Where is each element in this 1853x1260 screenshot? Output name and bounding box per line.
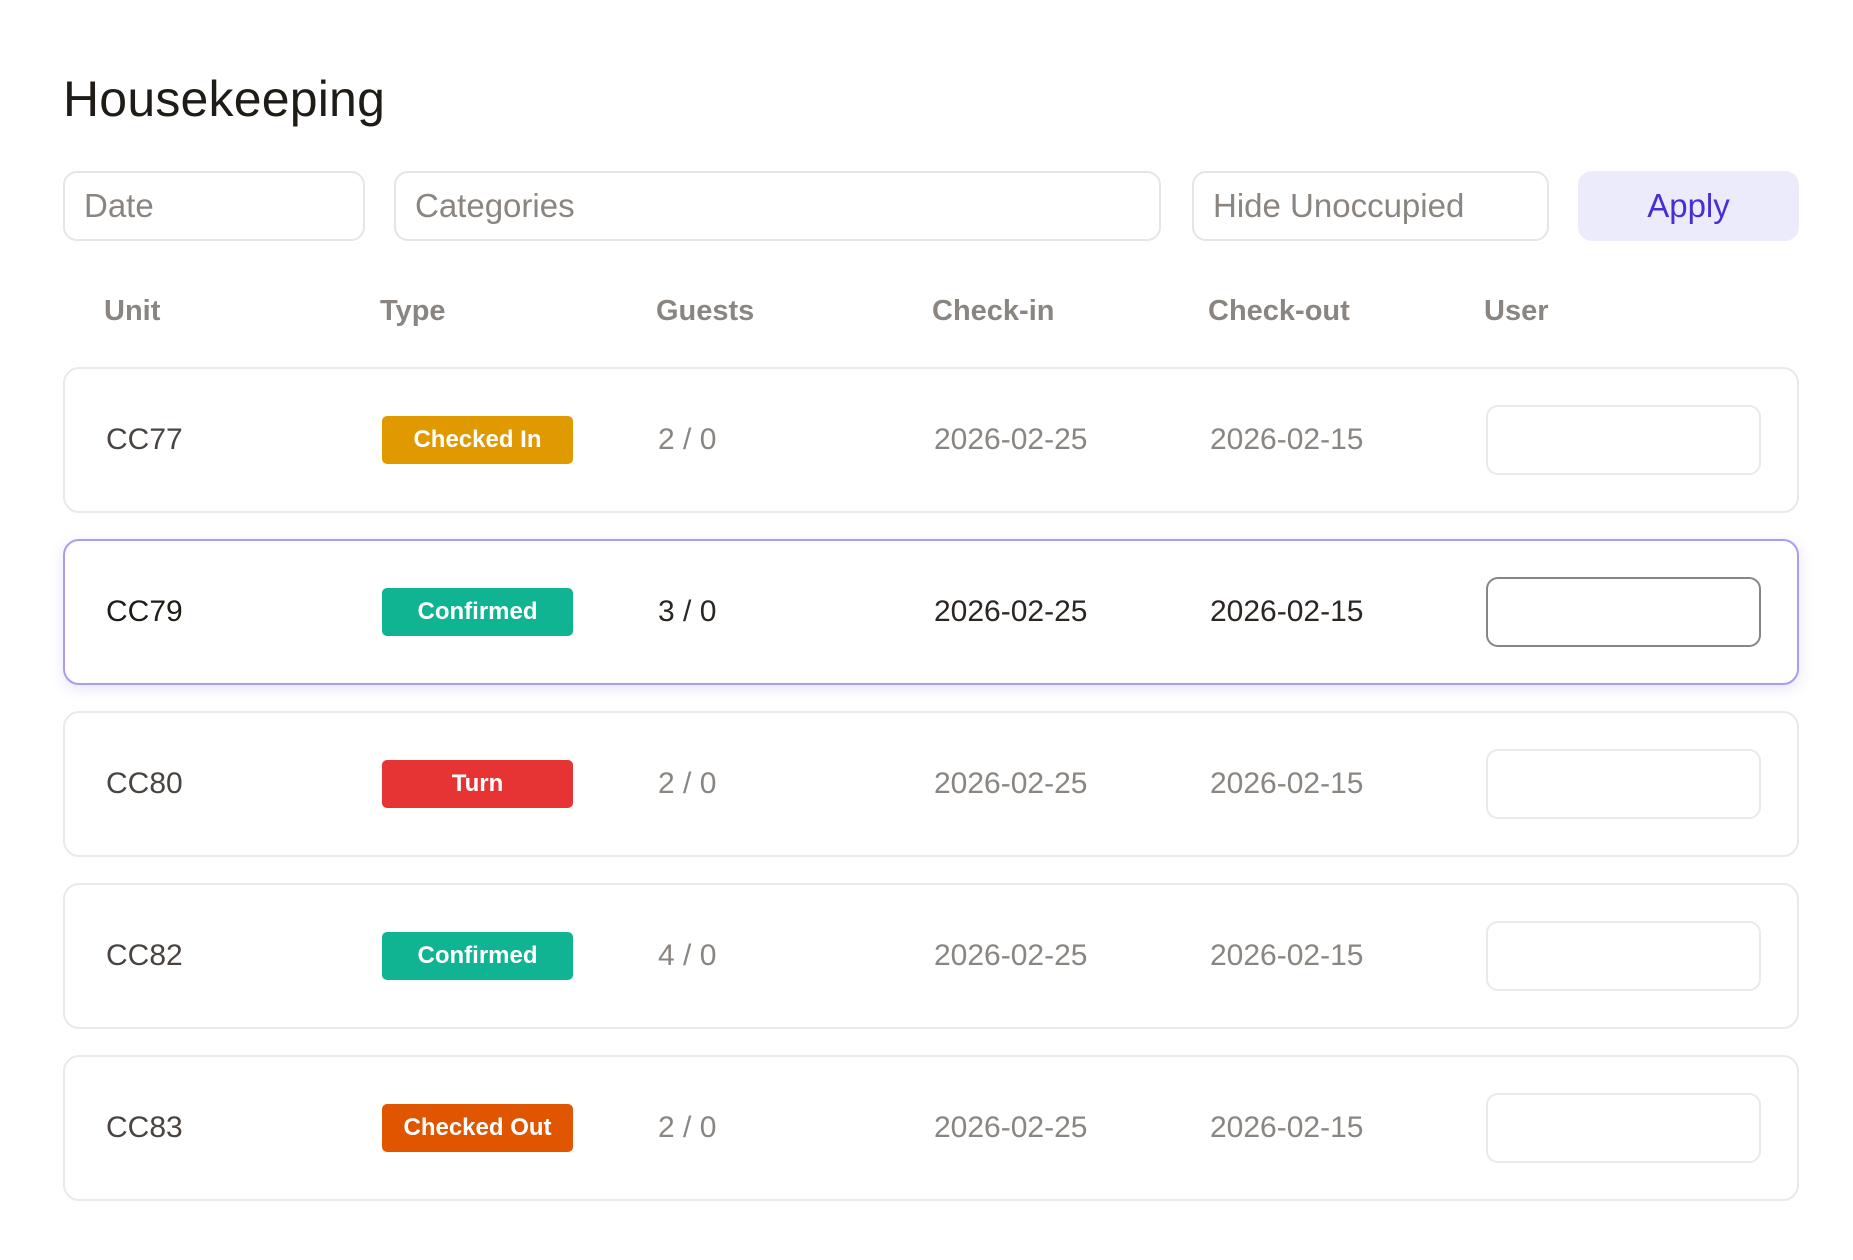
page-title: Housekeeping [63,71,386,127]
check-out-cell: 2026-02-15 [1210,939,1364,972]
guests-cell: 2 / 0 [658,423,717,456]
guests-cell: 2 / 0 [658,767,717,800]
guests-cell: 4 / 0 [658,939,717,972]
column-header-unit: Unit [104,295,161,327]
check-in-cell: 2026-02-25 [934,767,1088,800]
housekeeping-page: Housekeeping Apply Unit Type Guests Chec… [0,0,1853,1260]
type-badge: Checked In [382,416,573,464]
user-input[interactable] [1486,921,1761,991]
guests-cell: 3 / 0 [658,595,717,628]
check-out-cell: 2026-02-15 [1210,1111,1364,1144]
unit-cell: CC80 [106,767,183,800]
check-in-cell: 2026-02-25 [934,1111,1088,1144]
user-input[interactable] [1486,749,1761,819]
table-row[interactable]: CC83 Checked Out 2 / 0 2026-02-25 2026-0… [63,1055,1799,1201]
check-out-cell: 2026-02-15 [1210,595,1364,628]
categories-filter-input[interactable] [394,171,1161,241]
hide-unoccupied-filter-input[interactable] [1192,171,1549,241]
table-row[interactable]: CC82 Confirmed 4 / 0 2026-02-25 2026-02-… [63,883,1799,1029]
table-row[interactable]: CC79 Confirmed 3 / 0 2026-02-25 2026-02-… [63,539,1799,685]
type-badge: Checked Out [382,1104,573,1152]
check-in-cell: 2026-02-25 [934,939,1088,972]
check-out-cell: 2026-02-15 [1210,423,1364,456]
type-badge: Confirmed [382,588,573,636]
guests-cell: 2 / 0 [658,1111,717,1144]
user-input[interactable] [1486,1093,1761,1163]
table-row[interactable]: CC80 Turn 2 / 0 2026-02-25 2026-02-15 [63,711,1799,857]
type-badge: Turn [382,760,573,808]
unit-cell: CC82 [106,939,183,972]
table-row[interactable]: CC77 Checked In 2 / 0 2026-02-25 2026-02… [63,367,1799,513]
apply-button[interactable]: Apply [1578,171,1799,241]
unit-cell: CC77 [106,423,183,456]
check-in-cell: 2026-02-25 [934,423,1088,456]
column-header-check-in: Check-in [932,295,1055,327]
column-header-user: User [1484,295,1549,327]
filter-bar: Apply [63,171,1799,241]
check-out-cell: 2026-02-15 [1210,767,1364,800]
type-badge: Confirmed [382,932,573,980]
unit-cell: CC79 [106,595,183,628]
column-header-guests: Guests [656,295,755,327]
date-filter-input[interactable] [63,171,365,241]
user-input[interactable] [1486,577,1761,647]
user-input[interactable] [1486,405,1761,475]
column-header-type: Type [380,295,446,327]
table-body: CC77 Checked In 2 / 0 2026-02-25 2026-02… [63,367,1799,1227]
unit-cell: CC83 [106,1111,183,1144]
table-header: Unit Type Guests Check-in Check-out User [63,295,1799,335]
column-header-check-out: Check-out [1208,295,1350,327]
check-in-cell: 2026-02-25 [934,595,1088,628]
